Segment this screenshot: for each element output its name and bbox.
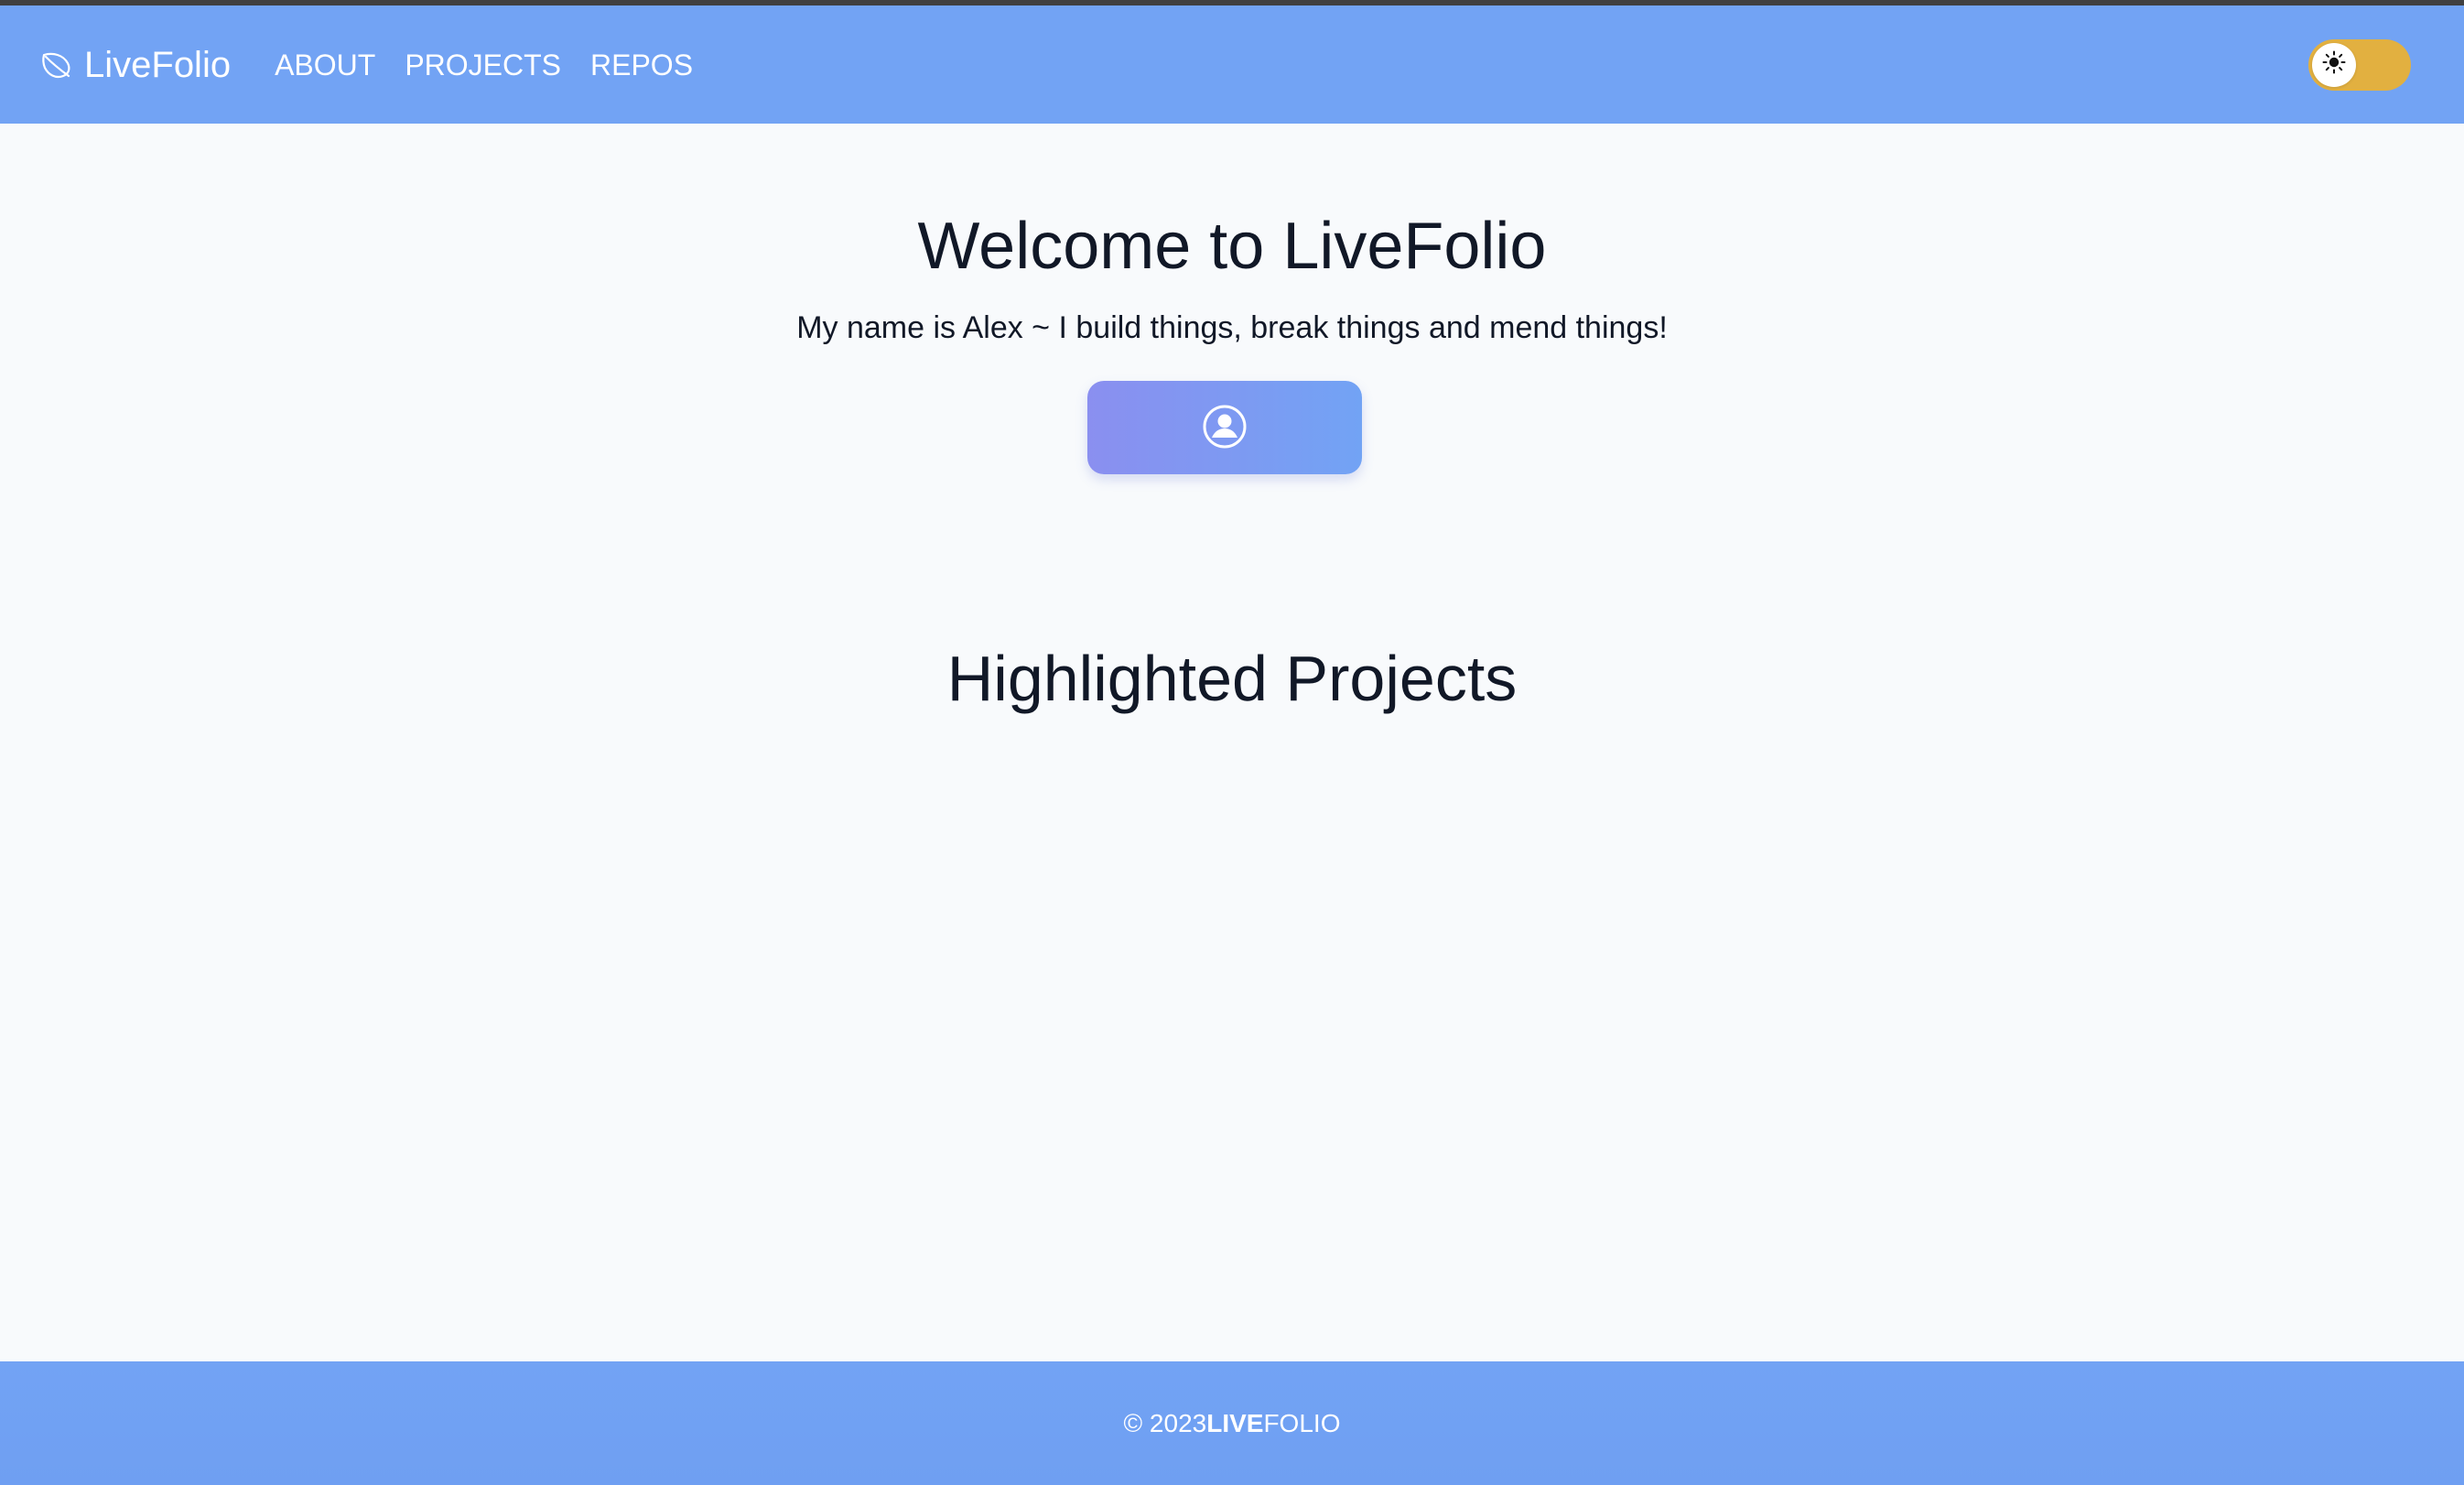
footer-brand-live: LIVE bbox=[1206, 1408, 1264, 1437]
page-footer: © 2023 LIVE FOLIO bbox=[0, 1361, 2464, 1485]
theme-toggle[interactable] bbox=[2308, 38, 2411, 91]
brand-link[interactable]: LiveFolio bbox=[38, 47, 231, 83]
page-title: Welcome to LiveFolio bbox=[917, 210, 1547, 283]
toggle-knob bbox=[2312, 42, 2356, 87]
footer-brand-folio: FOLIO bbox=[1263, 1408, 1341, 1437]
highlighted-projects-title: Highlighted Projects bbox=[946, 643, 1518, 714]
copyright-text: © 2023 bbox=[1123, 1408, 1207, 1437]
profile-button[interactable] bbox=[1087, 381, 1362, 474]
main-nav: ABOUT PROJECTS REPOS bbox=[275, 50, 693, 80]
nav-projects[interactable]: PROJECTS bbox=[405, 50, 561, 80]
nav-about[interactable]: ABOUT bbox=[275, 50, 375, 80]
footer-copyright: © 2023 LIVE FOLIO bbox=[1123, 1408, 1341, 1437]
top-navigation: LiveFolio ABOUT PROJECTS REPOS bbox=[0, 5, 2464, 124]
nav-repos[interactable]: REPOS bbox=[590, 50, 693, 80]
brand-name: LiveFolio bbox=[84, 44, 232, 85]
sun-icon bbox=[2321, 49, 2347, 80]
leaf-icon bbox=[38, 48, 73, 82]
hero-subtitle: My name is Alex ~ I build things, break … bbox=[796, 310, 1668, 345]
user-circle-icon bbox=[1202, 404, 1248, 452]
